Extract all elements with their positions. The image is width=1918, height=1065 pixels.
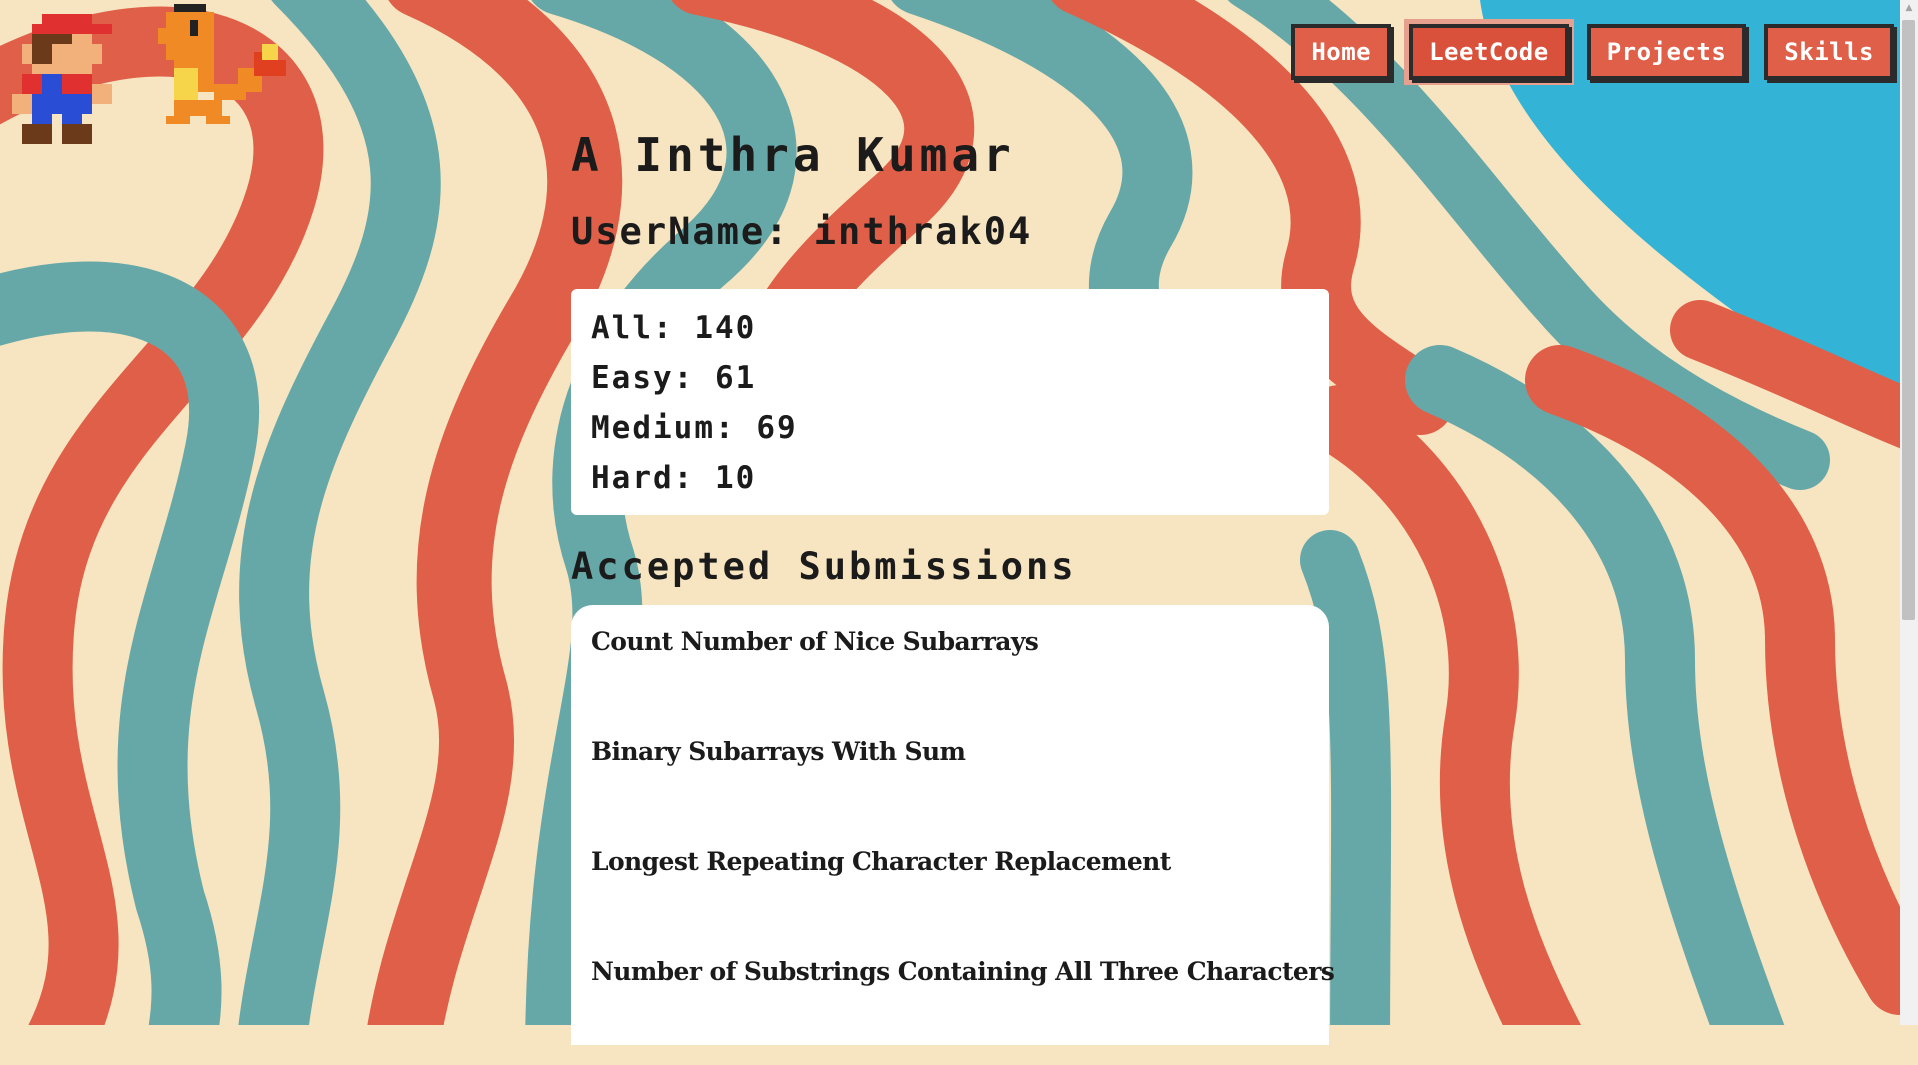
nav-projects-button[interactable]: Projects (1586, 24, 1747, 80)
stats-card: All: 140 Easy: 61 Medium: 69 Hard: 10 (571, 289, 1329, 515)
stat-value: 10 (715, 460, 757, 496)
submission-item[interactable]: Longest Repeating Character Replacement (591, 845, 1309, 955)
submission-item[interactable]: Binary Subarrays With Sum (591, 735, 1309, 845)
top-nav: Home LeetCode Projects Skills (1291, 24, 1894, 80)
submission-item[interactable]: Number of Substrings Containing All Thre… (591, 955, 1335, 1065)
charmander-sprite (158, 4, 286, 124)
submission-item[interactable]: Count Number of Nice Subarrays (591, 625, 1309, 735)
stat-all: All: 140 (591, 303, 1309, 353)
submissions-title: Accepted Submissions (571, 545, 1077, 588)
mario-sprite (12, 14, 112, 144)
nav-skills-button[interactable]: Skills (1764, 24, 1894, 80)
stat-label: All: (591, 310, 674, 346)
scroll-up-arrow-icon[interactable]: ▲ (1900, 0, 1918, 17)
stat-label: Easy: (591, 360, 695, 396)
scrollbar-thumb[interactable] (1902, 20, 1915, 620)
stat-label: Medium: (591, 410, 736, 446)
stat-hard: Hard: 10 (591, 453, 1309, 503)
stat-value: 61 (715, 360, 757, 396)
username-value: inthrak04 (813, 210, 1033, 253)
username-label: UserName: (571, 210, 790, 253)
submissions-list: Count Number of Nice Subarrays Binary Su… (571, 605, 1335, 1045)
stat-value: 140 (694, 310, 757, 346)
nav-leetcode-button[interactable]: LeetCode (1409, 24, 1569, 80)
nav-home-button[interactable]: Home (1291, 24, 1392, 80)
stat-label: Hard: (591, 460, 695, 496)
username-heading: UserName: inthrak04 (571, 210, 1032, 253)
page-scrollbar[interactable]: ▲ (1900, 0, 1918, 1025)
stat-medium: Medium: 69 (591, 403, 1309, 453)
profile-name: A Inthra Kumar (571, 128, 1015, 182)
stat-easy: Easy: 61 (591, 353, 1309, 403)
stat-value: 69 (756, 410, 798, 446)
